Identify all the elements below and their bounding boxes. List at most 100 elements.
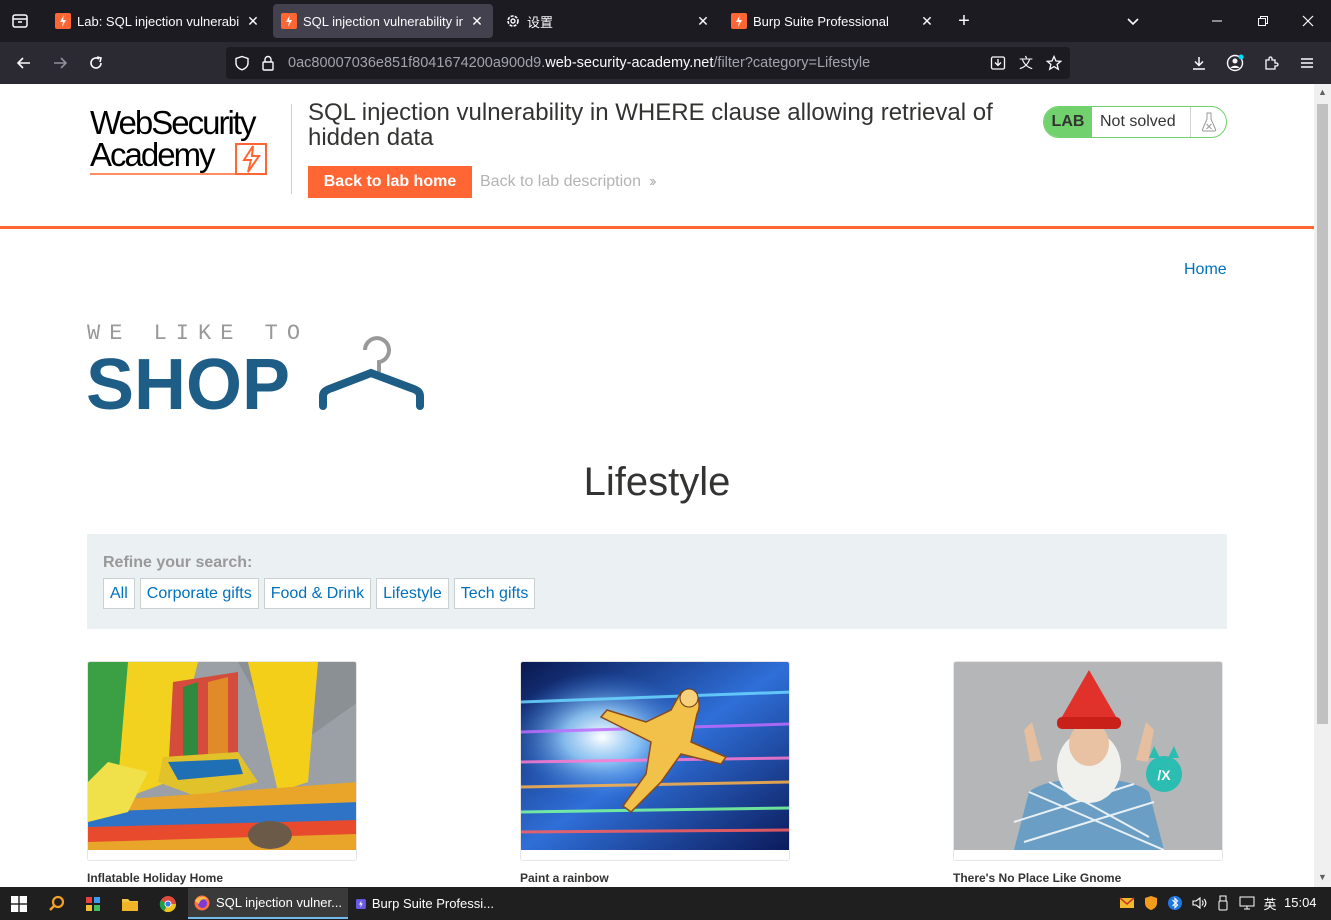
address-bar[interactable]: 0ac80007036e851f8041674200a900d9.web-sec… (226, 47, 1070, 79)
firefox-icon (194, 895, 210, 910)
product-image[interactable] (520, 661, 790, 861)
list-tabs-chevron-icon[interactable] (1119, 7, 1147, 35)
tab-lab-description[interactable]: Lab: SQL injection vulnerabili ✕ (47, 4, 269, 38)
close-icon[interactable]: ✕ (919, 13, 935, 30)
lab-status-widget: LAB Not solved (1043, 106, 1227, 138)
portswigger-icon (55, 13, 71, 29)
tab-title: Lab: SQL injection vulnerabili (77, 13, 239, 29)
volume-icon[interactable] (1190, 894, 1208, 912)
search-icon[interactable] (44, 891, 70, 917)
scroll-down-arrow-icon[interactable]: ▼ (1317, 872, 1328, 884)
page-viewport: WebSecurity Academy SQL injection vulner… (0, 84, 1314, 887)
reload-icon[interactable] (82, 49, 110, 77)
url-subdomain: 0ac80007036e851f8041674200a900d9. (288, 55, 546, 71)
double-chevron-right-icon: ›› (648, 173, 656, 190)
scroll-up-arrow-icon[interactable]: ▲ (1317, 87, 1328, 99)
portswigger-icon (281, 13, 297, 29)
tab-overview-icon[interactable] (6, 7, 34, 35)
shield-icon[interactable] (232, 53, 252, 73)
taskbar-app-burp[interactable]: Burp Suite Professi... (350, 888, 500, 919)
taskbar-app-label: SQL injection vulner... (216, 895, 342, 910)
chrome-icon[interactable] (155, 891, 181, 917)
forward-arrow-icon[interactable] (46, 49, 74, 77)
web-security-academy-logo[interactable]: WebSecurity Academy (88, 104, 288, 176)
lab-status-text: Not solved (1100, 113, 1176, 130)
home-link[interactable]: Home (1184, 261, 1227, 279)
scrollbar-thumb[interactable] (1317, 104, 1328, 724)
tab-lab-page[interactable]: SQL injection vulnerability in ✕ (273, 4, 493, 38)
close-icon[interactable]: ✕ (469, 13, 485, 30)
windows-taskbar: SQL injection vulner... Burp Suite Profe… (0, 887, 1331, 920)
lab-badge: LAB (1044, 107, 1092, 137)
burp-icon (356, 898, 366, 909)
back-to-lab-home-button[interactable]: Back to lab home (308, 166, 472, 198)
app-launcher-icon[interactable] (80, 891, 106, 917)
product-card: Inflatable Holiday Home (87, 661, 357, 885)
product-image[interactable] (87, 661, 357, 861)
new-tab-plus-icon[interactable]: + (950, 7, 978, 35)
back-arrow-icon[interactable] (10, 49, 38, 77)
back-to-lab-description-link[interactable]: Back to lab description ›› (480, 173, 656, 191)
windows-start-icon[interactable] (6, 891, 32, 917)
lab-title: SQL injection vulnerability in WHERE cla… (308, 99, 993, 151)
navigation-toolbar: 0ac80007036e851f8041674200a900d9.web-sec… (0, 42, 1331, 84)
we-like-to-shop-logo: WE LIKE TO SHOP (86, 321, 424, 414)
url-path: /filter?category=Lifestyle (713, 55, 871, 71)
account-icon[interactable] (1221, 49, 1249, 77)
product-card: Paint a rainbow (520, 661, 790, 885)
tab-title: SQL injection vulnerability in (303, 13, 463, 29)
hanger-icon (319, 336, 424, 410)
ime-language-indicator[interactable]: 英 (1261, 894, 1279, 912)
flask-icon (1190, 107, 1226, 137)
taskbar-app-label: Burp Suite Professi... (371, 896, 494, 911)
product-image[interactable]: /X (953, 661, 1223, 861)
back-description-label: Back to lab description (480, 173, 641, 190)
lab-header: WebSecurity Academy SQL injection vulner… (0, 84, 1314, 229)
window-close-icon[interactable] (1285, 0, 1331, 42)
taskbar-app-firefox[interactable]: SQL injection vulner... (188, 888, 348, 919)
url-text[interactable]: 0ac80007036e851f8041674200a900d9.web-sec… (288, 55, 870, 71)
product-card: /X There's No Place Like Gnome (953, 661, 1223, 885)
save-page-icon[interactable] (988, 53, 1008, 73)
header-divider (291, 104, 292, 194)
filter-corporate-gifts[interactable]: Corporate gifts (139, 578, 259, 609)
product-name: Inflatable Holiday Home (87, 871, 224, 885)
tab-strip: Lab: SQL injection vulnerabili ✕ SQL inj… (0, 0, 1331, 42)
refine-search-label: Refine your search: (103, 554, 253, 571)
close-icon[interactable]: ✕ (695, 13, 711, 30)
mail-tray-icon[interactable] (1118, 894, 1136, 912)
url-domain: web-security-academy.net (545, 55, 714, 71)
tab-burp-suite[interactable]: Burp Suite Professional ✕ (723, 4, 943, 38)
tab-settings[interactable]: 设置 ✕ (497, 4, 719, 38)
filter-food-drink[interactable]: Food & Drink (263, 578, 372, 609)
category-heading: Lifestyle (583, 460, 731, 504)
logo-line2: Academy (90, 136, 216, 173)
filter-tech-gifts[interactable]: Tech gifts (453, 578, 536, 609)
filter-all[interactable]: All (103, 578, 135, 609)
taskbar-clock[interactable]: 15:04 (1284, 895, 1317, 910)
svg-text:/X: /X (1157, 767, 1171, 783)
gear-icon (507, 15, 519, 27)
filter-panel: Refine your search: All Corporate gifts … (87, 534, 1227, 629)
security-shield-tray-icon[interactable] (1142, 894, 1160, 912)
lock-icon[interactable] (258, 53, 278, 73)
tab-title: Burp Suite Professional (753, 13, 889, 29)
bluetooth-icon[interactable] (1166, 894, 1184, 912)
extensions-icon[interactable] (1257, 49, 1285, 77)
file-explorer-icon[interactable] (117, 891, 143, 917)
tab-title: 设置 (527, 14, 554, 30)
menu-hamburger-icon[interactable] (1293, 49, 1321, 77)
product-name: Paint a rainbow (520, 871, 609, 885)
logo-top-text: WE LIKE TO (87, 321, 309, 346)
burp-icon (731, 13, 747, 29)
restore-icon[interactable] (1240, 0, 1286, 42)
page-scrollbar[interactable]: ▲ ▼ (1314, 84, 1331, 887)
filter-lifestyle[interactable]: Lifestyle (376, 578, 449, 609)
downloads-icon[interactable] (1185, 49, 1213, 77)
usb-device-icon[interactable] (1214, 894, 1232, 912)
close-icon[interactable]: ✕ (245, 13, 261, 30)
network-icon[interactable] (1238, 894, 1256, 912)
translate-icon[interactable]: 文 (1016, 53, 1036, 73)
bookmark-star-icon[interactable] (1044, 53, 1064, 73)
minimize-icon[interactable] (1194, 0, 1240, 42)
